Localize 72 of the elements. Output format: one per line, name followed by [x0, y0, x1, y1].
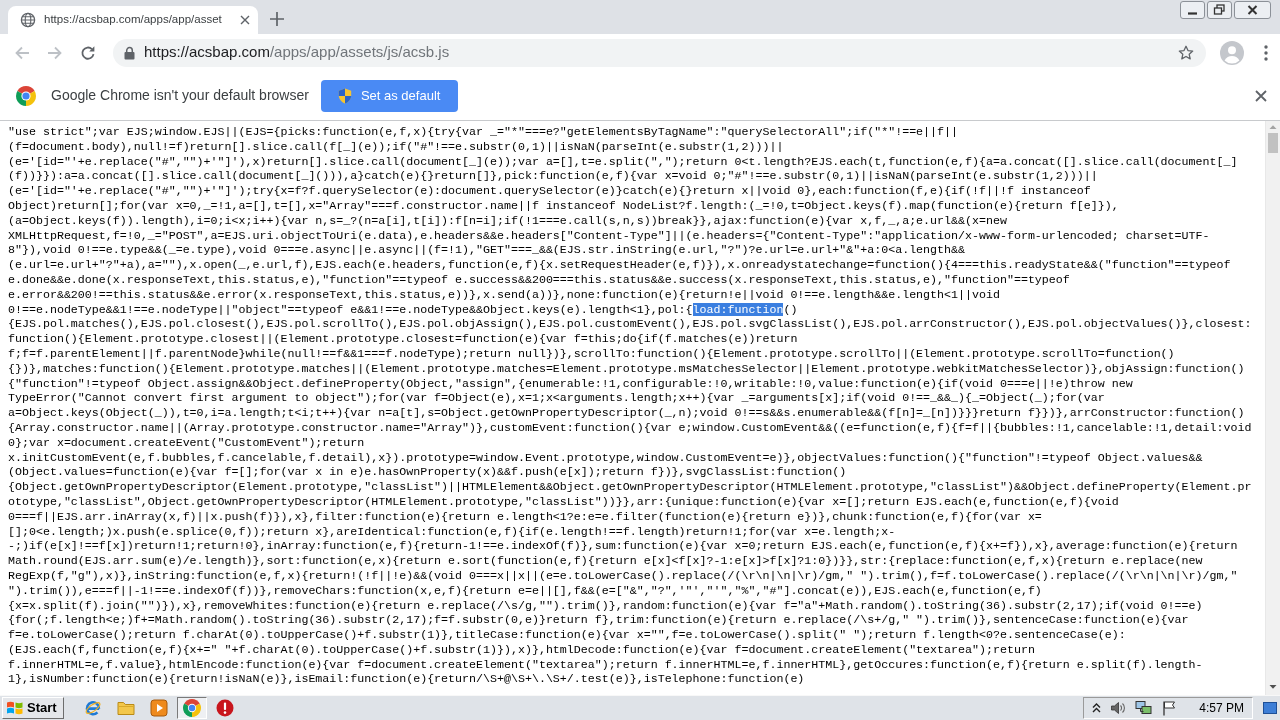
code-line: "use strict";var EJS;window.EJS||(EJS={picks:function(e,f,x){try{var _="*"===e?"getElementsByTagName":"querySelectorAll";if("*"!==e||f|| — [8, 125, 960, 140]
code-line: function(){Element.prototype.closest||(Element.prototype.closest=function(e){var f=this;do{if(f.matches(e))return — [8, 332, 799, 347]
code-line: (e='[id="'+e.replace("#","")+'"]'),x)return[].slice.call(document[_](e));var a=[],t=e.split(",");return 0<t.length?EJS.each(t,function(e,f){a=a.concat([].slice.call(document[_] — [8, 154, 1239, 170]
code-line: (e='[id="'+e.replace("#","")+'"]');try{x=f?f.querySelector(e):document.querySelector(e)}catch(e){}return x||void 0},each:function(f,e){if(!f||!f instanceof — [8, 184, 1092, 199]
code-line: {Array.constructor.name||(Array.prototype.constructor.name="Array")},customEvent:function(){var e;window.CustomEvent&&((e=function(e,f){f=f||{bubbles:!1,cancelable:!1,detail:void — [8, 420, 1253, 436]
code-line: {x=x.split(f).join("")}),x},removeWhites:function(e){return e.replace(/\s/g,"").trim()},random:function(e){var f="a"+Math.random().toString(36).substr(2,17);if(void 0!==e) — [8, 598, 1204, 614]
code-line: f=e.toLowerCase();return f.charAt(0).toUpperCase()+f.substr(1)},titleCase:function(e){var x="",f=e.toLowerCase().split(" ");return f.length<0?e.sentenceCase(e): — [8, 628, 1127, 643]
code-line: (e.url=e.url+"?"+a),a=""),x.open(_,e.url,f),EJS.each(e.headers,function(e,f){x.setRequestHeader(e,f)}),x.onreadystatechange=function(){4===this.readyState&&("function"==typeof — [8, 258, 1232, 273]
scrollbar-thumb[interactable] — [1268, 133, 1278, 153]
code-line: TypeError("Cannot convert first argument to object");for(var f=Object(e),x=1;x<arguments.length;x++){var _=arguments[x];if(void 0!==_&&_){_=Object(_);for(var — [8, 391, 1106, 407]
code-line: 0===f||EJS.arr.inArray(x,f)||x.push(f)}),x},filter:function(e){return e.length<1?e:e=e.filter(function(e){return e})},chunk:function(e,f){for(var x= — [8, 509, 1043, 525]
close-icon[interactable] — [1234, 1, 1271, 19]
code-line: f.innerHTML=e,f.value},htmlEncode:function(e){var f=document.createElement("textarea");return f.innerHTML=e,f.innerHTML},getOccures:function(e,f){return e.split(f).length- — [8, 657, 1204, 673]
star-icon[interactable] — [1178, 44, 1194, 61]
reload-icon[interactable] — [80, 44, 96, 61]
code-line: {Object.getOwnPropertyDescriptor(Element.prototype,"classList")||HTMLElement&&Object.getOwnPropertyDescriptor(HTMLElement.prototype,"classList")&&Object.defineProperty(Element.pr — [8, 480, 1253, 495]
browser-tab[interactable]: https://acsbap.com/apps/app/asset — [8, 6, 258, 34]
code-line: a=Object.keys(Object(_)),t=0,i=a.length;t<i;t++){var n=a[t],s=Object.getOwnPropertyDescriptor(_,n);void 0!==s&&s.enumerable&&(f[n]=_[n])}}}return f}})},arrConstructor:function() — [8, 406, 1246, 421]
code-line: ").trim()),e===f||-1!==e.indexOf(f))},removeChars:function(x,e,f){return e=e||[],f&&(e=["&","?",'"',"'","%","#"].concat(e)),EJS.each(e,function(e,f) — [8, 583, 1043, 599]
network-icon[interactable] — [1135, 700, 1154, 716]
code-line: (EJS.each(f,function(e,f){x+=" "+f.charAt(0).toUpperCase()+f.substr(1)}),x)},htmlDecode:function(e){var f=document.createElement("textarea");return — [8, 642, 1036, 658]
selected-code-text: load:function — [692, 302, 784, 316]
close-icon[interactable] — [1255, 89, 1267, 102]
code-line: 0};var x=document.createEvent("CustomEvent");return — [8, 435, 366, 451]
code-line: RegExp(f,"g"),x)},inString:function(e,f,x){return!(!f||!e)&&(void 0===x||x||(e=e.toLowerCase().replace(/(\r\n|\n|\r)/gm," ").trim(),f=f.toLowerCase().replace(/(\r\n|\n|\r)/gm," — [8, 568, 1239, 584]
code-line: x.initCustomEvent(e,f.bubbles,f.cancelable,f.detail),x}).prototype=window.Event.prototype,window.CustomEvent=e)},objectValues:function(){"function"!=typeof Object.values&& — [8, 450, 1204, 466]
code-line: {EJS.pol.matches(),EJS.pol.closest(),EJS.pol.scrollTo(),EJS.pol.objAssign(),EJS.pol.customEvent(),EJS.pol.svgClassList(),EJS.pol.arrConstructor(),EJS.pol.objectValues()},closest: — [8, 317, 1253, 333]
code-line: Object)return[];for(var x=0,_=!1,a=[],t=[],x="Array"===f.constructor.name||f instanceof NodeList?f.length:(_=!0,t=Object.keys(f).map(function(e){return f[e]}), — [8, 199, 1120, 214]
code-text: 0!==e.nodeType&&1!==e.nodeType||"object"==typeof e&&1!==e.nodeType&&Object.keys(e).length<1},pol:{ — [8, 302, 693, 316]
infobar-message: Google Chrome isn't your default browser — [51, 86, 309, 105]
plus-icon[interactable] — [270, 12, 284, 26]
code-line: -;)if(e[x]!==f[x])return!1;return!0},inArray:function(e,f){return-1!==e.indexOf(f)},sum:function(e){var x=0;return EJS.each(e,function(e,f){x+=f}),x},average:function(e){return — [8, 539, 1239, 555]
e-logo-icon — [83, 699, 102, 717]
window-logo-icon — [6, 700, 24, 716]
logo-icon — [16, 85, 36, 106]
play-icon — [149, 699, 168, 717]
code-line: e.done&&e.done(x.responseText,this.status,e),"function"==typeof e.success&&200===this.status&&e.success(x.responseText,this.status,e),"function"==typeof — [8, 272, 1071, 288]
exclamation-icon — [215, 699, 234, 717]
code-line: 8"}),void 0!==e.type&&(_=e.type),void 0===e.async||e.async||(f=!1),"GET"===_&&(EJS.str.inString(e.url,"?")?e.url=e.url+"&"+a:0<a.length&& — [8, 243, 967, 259]
close-icon[interactable] — [240, 15, 250, 25]
shield-icon — [337, 87, 352, 104]
code-line: [];0<e.length;)x.push(e.splice(0,f));return x},areIdentical:function(e,f){if(e.length!==f.length)return!1;for(var x=e.length;x- — [8, 524, 897, 540]
start-button[interactable]: Start — [2, 697, 64, 719]
restore-icon[interactable] — [1207, 1, 1232, 19]
speaker-icon[interactable] — [1110, 700, 1127, 716]
show-desktop-icon[interactable] — [1263, 701, 1277, 715]
code-line: e.error&&200!==this.status&&e.error(x.responseText,this.status,e))},x.send(a))},none:function(e){return!e||void 0!==e.length&&e.length<1||void — [8, 287, 1001, 303]
more-menu-icon[interactable] — [1264, 44, 1268, 61]
scrollbar-track[interactable] — [1265, 121, 1280, 695]
minimize-icon[interactable] — [1180, 1, 1205, 19]
code-line: {for(;f.length<e;)f+=Math.random().toString(36).substr(2,17);f=f.substr(0,e)}return f},trim:function(e){return e.replace(/\s+/g," ").trim()},sentenceCase:function(e){var — [8, 613, 1190, 629]
address-bar[interactable]: https://acsbap.com/apps/app/assets/js/acsb.js — [113, 38, 1206, 67]
clock-time: 4:57 PM — [1199, 700, 1244, 717]
folder-icon — [116, 700, 135, 716]
code-line: (f=document.body),null!=f)return[].slice.call(f[_](e));if("#"!==e.substr(0,1)||isNaN(parseInt(e.substr(1,2)))|| — [8, 139, 785, 155]
code-line: {"function"!=typeof Object.assign&&Object.defineProperty(Object,"assign",{enumerable:!1,configurable:!0,writable:!0,value:function(e){if(void 0===e||!e)throw new — [8, 376, 1134, 392]
taskbar-button[interactable] — [176, 697, 207, 719]
globe-icon — [20, 12, 36, 28]
code-text: () — [783, 302, 798, 316]
code-line: f;f=f.parentElement||f.parentNode}while(null!==f&&1===f.nodeType);return null})},scrollTo:function(){Element.prototype.scrollTo||(Element.prototype.scrollTo=function() — [8, 346, 1176, 362]
code-line: (a=Object.keys(f)).length),i=0;i<x;i++){var n,s=_?(n=a[i],t[i]):f[n=i];if(!1===e.call(s,n,s))break}},ajax:function(e){var x,f,_,a;e.url&&(x=new — [8, 213, 1008, 229]
chevron-up-icon[interactable] — [1092, 702, 1102, 714]
code-line: {})},matches:function(){Element.prototype.matches||(Element.prototype.matches=Element.prototype.msMatchesSelector||Element.prototype.webkitMatchesSelector)},objAssign:function() — [8, 361, 1246, 377]
code-line: (Object.values=function(e){var f=[];for(var x in e)e.hasOwnProperty(x)&&f.push(e[x]);return f})},svgClassList:function() — [8, 465, 848, 481]
logo-icon — [182, 699, 201, 717]
code-line: 1},isNumber:function(e){return!isNaN(e)},isEmail:function(e){return/\S+@\S+\.\S+/.test(e)},isTelephone:function(e) — [8, 672, 806, 688]
lock-icon — [124, 45, 135, 60]
code-line: ototype,"classList",Object.getOwnPropertyDescriptor(HTMLElement.prototype,"classList"))}},arr:{unique:function(e){var x=[];return EJS.each(e,function(e,f){void — [8, 494, 1120, 510]
flag-icon[interactable] — [1162, 700, 1177, 716]
code-line: XMLHttpRequest,f=!0,_="POST",a=EJS.uri.objectToUri(e.data),e.headers&&e.headers["Content-Type"]||(e.headers={"Content-Type":"application/x-www-form-urlencoded; charset=UTF- — [8, 228, 1211, 244]
code-line: (f))}}):a=a.concat([].slice.call(document[_]())),a}catch(e){}return[]},pick:function(e,f){var x=void 0;"#"!==e.substr(0,1)||isNaN(parseInt(e.substr(1,2)))|| — [8, 169, 1099, 185]
code-line: Math.round(EJS.arr.sum(e)/e.length)},sort:function(e,x){return e.sort(function(e,f){return e[x]<f[x]?-1:e[x]>f[x]?1:0})}},str:{replace:function(e,f,x){return e.replace(new — [8, 554, 1204, 569]
